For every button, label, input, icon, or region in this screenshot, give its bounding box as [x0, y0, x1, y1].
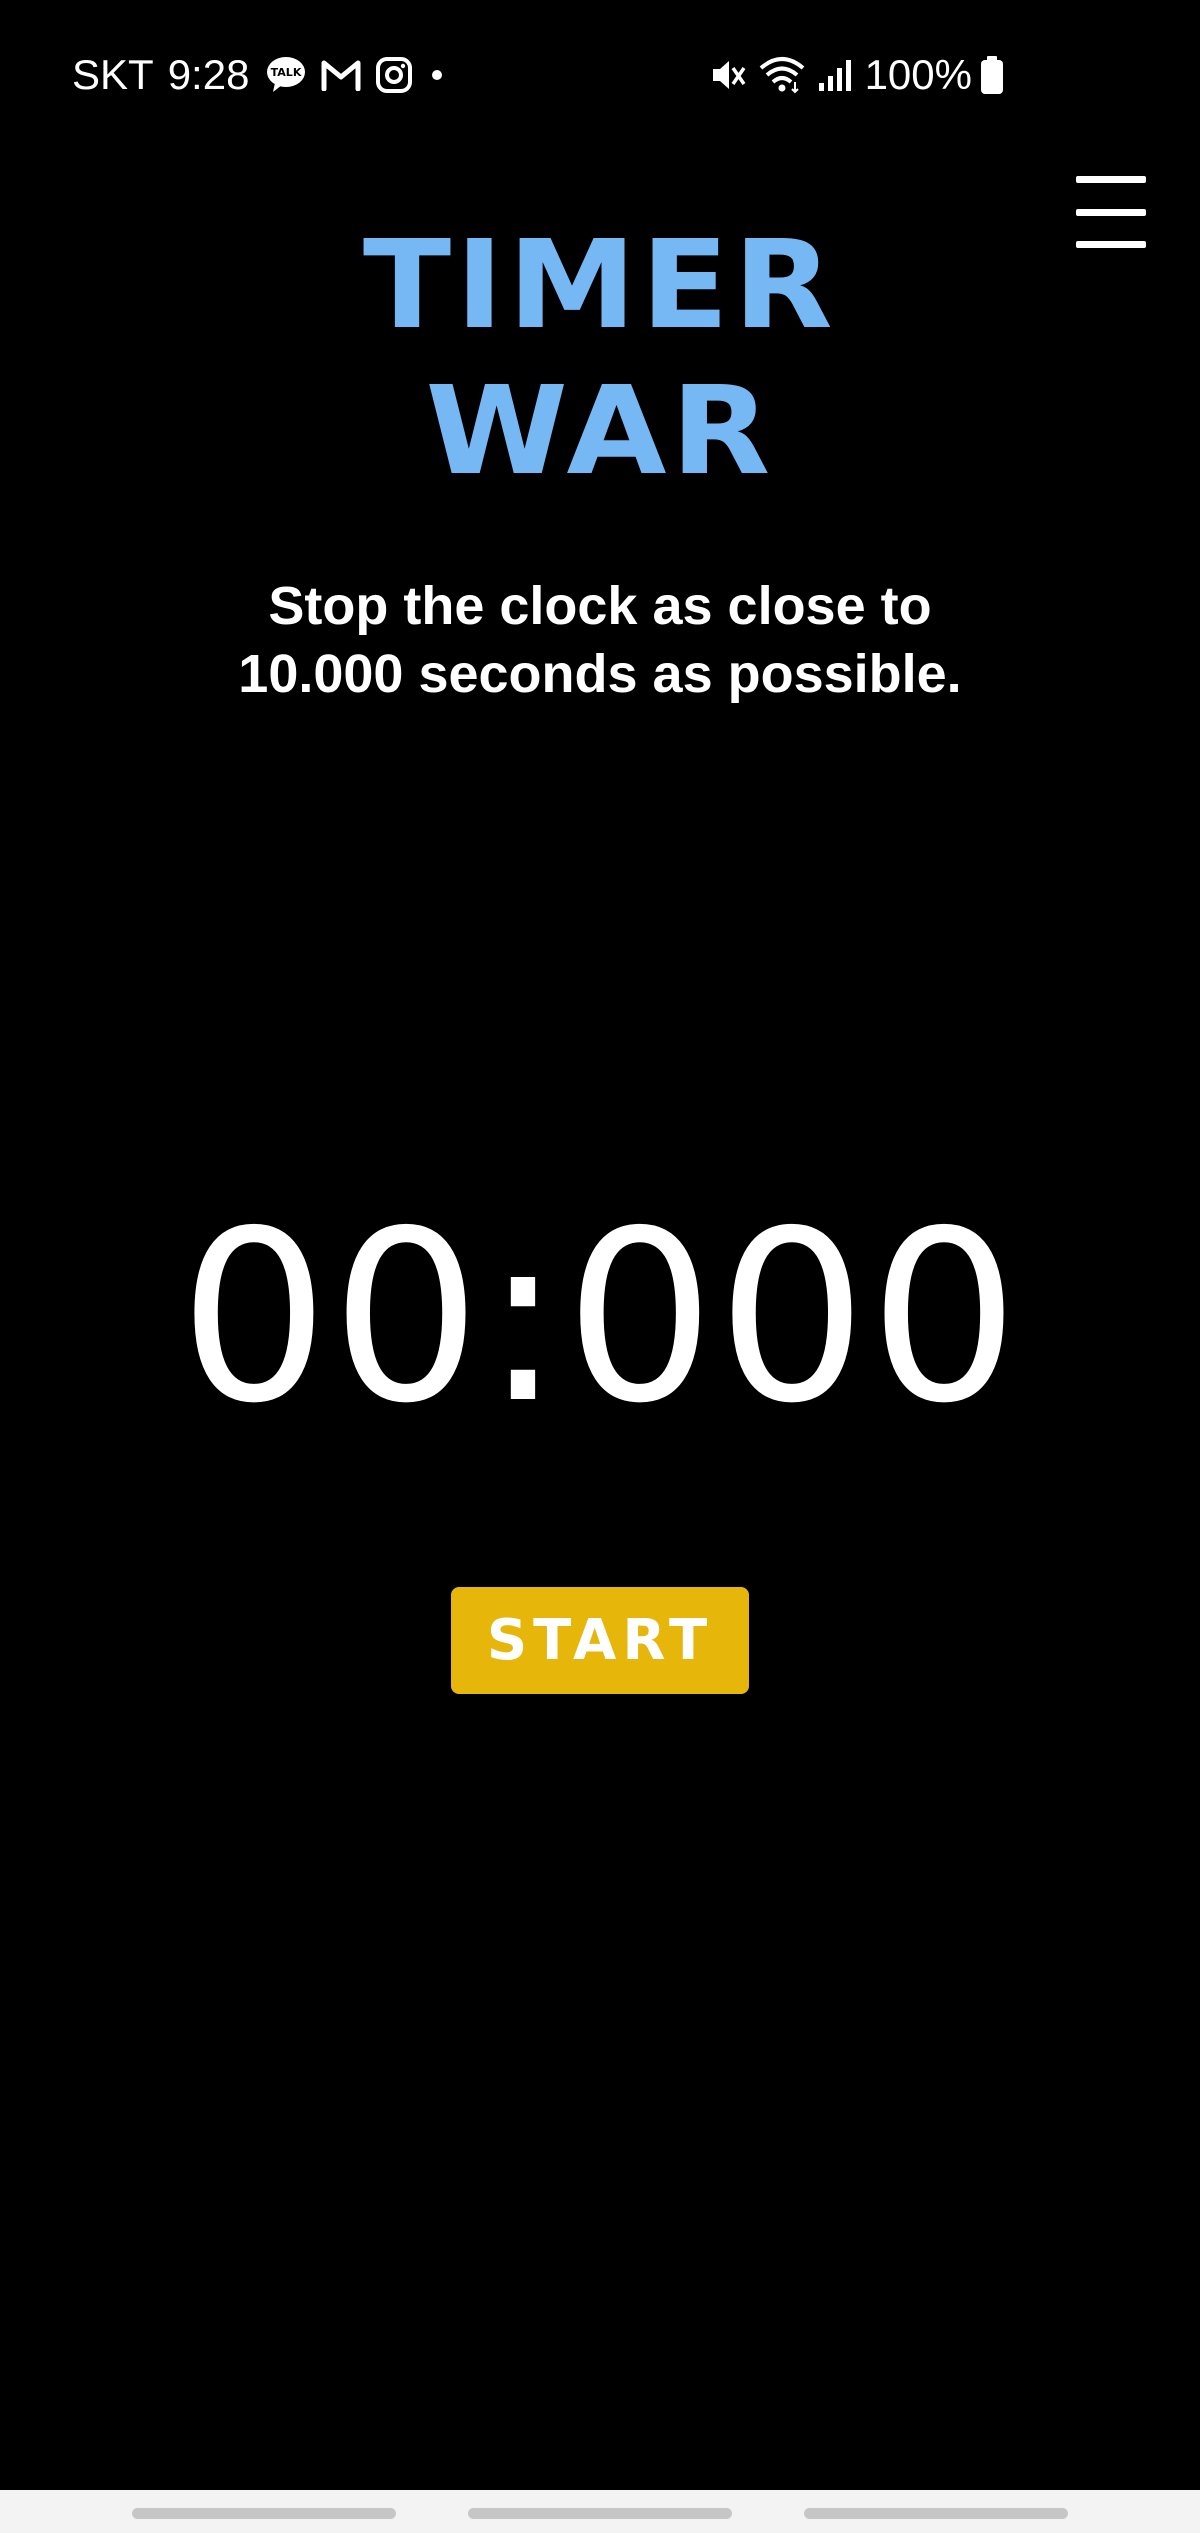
clock-time: 9:28 — [167, 51, 250, 98]
status-right: 100% — [709, 48, 1004, 102]
dot-icon — [427, 65, 447, 85]
gmail-icon — [321, 59, 361, 91]
app-title-line2: WAR — [425, 360, 775, 502]
carrier-label: SKT — [72, 51, 154, 98]
wifi-icon — [759, 56, 805, 94]
status-bar: SKT 9:28 TALK 100% — [0, 0, 1200, 150]
nav-back-button[interactable] — [804, 2508, 1068, 2519]
app-title: TIMER WAR — [0, 212, 1200, 504]
instructions-line1: Stop the clock as close to — [268, 576, 932, 636]
instagram-icon — [375, 56, 413, 94]
kakaotalk-icon: TALK — [265, 55, 307, 95]
mute-icon — [709, 56, 747, 94]
battery-percentage: 100% — [864, 51, 972, 98]
navigation-bar — [0, 2490, 1200, 2533]
timer-display: 00:000 — [178, 1180, 1022, 1455]
status-left: SKT 9:28 TALK — [72, 48, 461, 102]
signal-icon — [817, 57, 853, 93]
instructions-text: Stop the clock as close to 10.000 second… — [150, 572, 1050, 708]
menu-bar-top — [1076, 176, 1146, 183]
battery-icon — [980, 55, 1004, 95]
kakaotalk-label: TALK — [271, 66, 302, 79]
start-button[interactable]: START — [451, 1587, 749, 1694]
app-title-line1: TIMER — [362, 214, 838, 356]
nav-home-button[interactable] — [468, 2508, 732, 2519]
instructions-line2: 10.000 seconds as possible. — [238, 644, 962, 704]
nav-recents-button[interactable] — [132, 2508, 396, 2519]
